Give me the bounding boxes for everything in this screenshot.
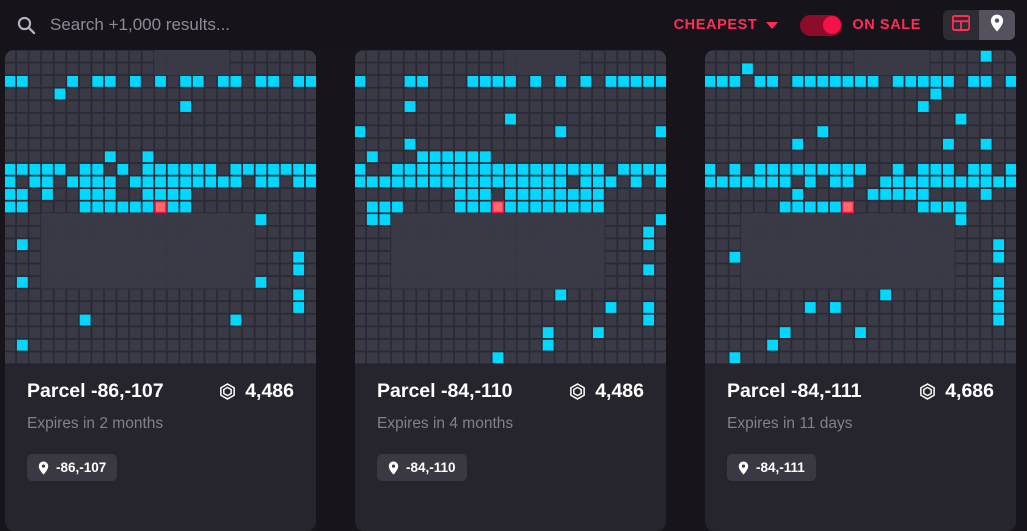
topbar-controls: CHEAPEST ON SALE <box>674 10 1027 40</box>
search-input[interactable] <box>50 15 470 35</box>
view-mode-switcher <box>943 10 1015 40</box>
parcel-title: Parcel -84,-110 <box>377 380 513 402</box>
parcel-expiry: Expires in 11 days <box>727 415 853 432</box>
parcel-price-value: 4,486 <box>245 380 294 402</box>
parcel-price: 4,686 <box>919 380 994 403</box>
parcel-coord-badge[interactable]: -84,-110 <box>377 454 467 481</box>
mana-icon <box>569 383 586 400</box>
parcel-coord-text: -84,-110 <box>406 460 456 475</box>
parcel-card[interactable]: Parcel -84,-111 4,686 Expires in 11 days <box>705 50 1016 531</box>
grid-icon <box>951 14 971 37</box>
map-pin-icon <box>38 461 49 475</box>
map-pin-icon <box>388 461 399 475</box>
parcel-price-value: 4,686 <box>945 380 994 402</box>
parcel-header-row: Parcel -84,-111 4,686 <box>727 380 994 403</box>
toggle-knob <box>822 16 841 34</box>
search-bar[interactable] <box>0 15 674 35</box>
parcel-title: Parcel -84,-111 <box>727 380 862 402</box>
parcel-coord-badge[interactable]: -86,-107 <box>27 454 118 481</box>
sort-dropdown[interactable]: CHEAPEST <box>674 17 779 33</box>
map-pin-icon <box>738 461 749 475</box>
mana-icon <box>919 383 936 400</box>
parcel-price-value: 4,486 <box>595 380 644 402</box>
parcel-header-row: Parcel -84,-110 4,486 <box>377 380 644 403</box>
parcel-card-body: Parcel -84,-110 4,486 Expires in 4 month… <box>355 364 666 481</box>
parcel-coord-badge[interactable]: -84,-111 <box>727 454 816 481</box>
parcel-coord-text: -84,-111 <box>756 460 805 475</box>
parcel-price: 4,486 <box>569 380 644 403</box>
sort-label: CHEAPEST <box>673 17 758 33</box>
on-sale-label: ON SALE <box>852 17 921 33</box>
top-bar: CHEAPEST ON SALE <box>0 0 1027 50</box>
parcel-price: 4,486 <box>219 380 294 403</box>
mana-icon <box>219 383 236 400</box>
toggle-switch[interactable] <box>800 14 843 36</box>
search-icon <box>16 15 36 35</box>
parcel-map-thumbnail[interactable] <box>5 50 316 364</box>
parcel-card-body: Parcel -86,-107 4,486 Expires in 2 month… <box>5 364 316 481</box>
grid-view-button[interactable] <box>943 10 979 40</box>
map-pin-icon <box>990 14 1004 37</box>
parcel-map-thumbnail[interactable] <box>705 50 1016 364</box>
parcel-expiry: Expires in 4 months <box>377 415 514 432</box>
parcel-title: Parcel -86,-107 <box>27 380 164 402</box>
parcel-coord-text: -86,-107 <box>56 460 107 475</box>
parcel-card[interactable]: Parcel -86,-107 4,486 Expires in 2 month… <box>5 50 316 531</box>
map-view-button[interactable] <box>979 10 1015 40</box>
on-sale-toggle[interactable]: ON SALE <box>800 14 921 36</box>
parcel-card[interactable]: Parcel -84,-110 4,486 Expires in 4 month… <box>355 50 666 531</box>
parcel-map-thumbnail[interactable] <box>355 50 666 364</box>
parcel-card-grid: Parcel -86,-107 4,486 Expires in 2 month… <box>0 50 1027 531</box>
parcel-header-row: Parcel -86,-107 4,486 <box>27 380 294 403</box>
parcel-card-body: Parcel -84,-111 4,686 Expires in 11 days <box>705 364 1016 481</box>
parcel-expiry: Expires in 2 months <box>27 415 164 432</box>
chevron-down-icon <box>766 21 779 29</box>
